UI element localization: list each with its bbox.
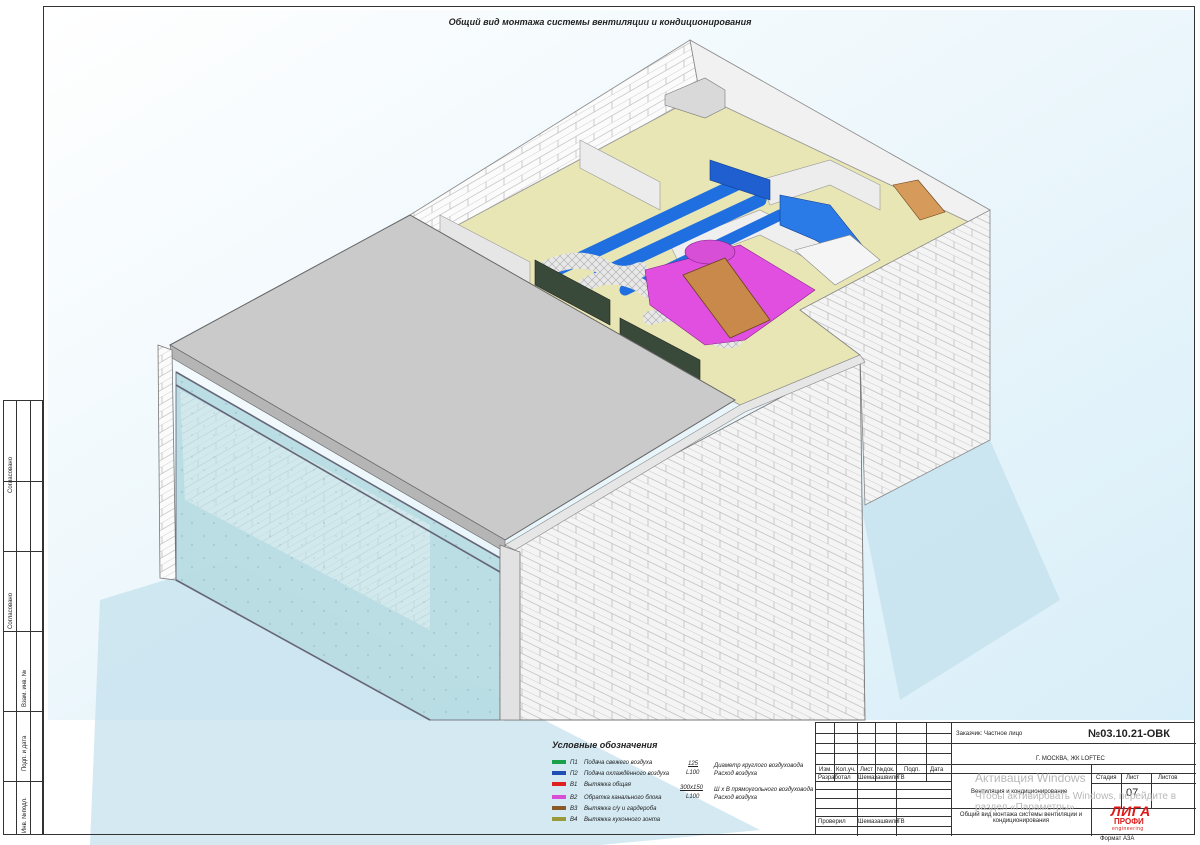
tb-customer: Заказчик: Частное лицо	[956, 731, 1023, 737]
legend-label: Подача охлаждённого воздуха	[584, 771, 670, 777]
legend-code: В3	[570, 806, 578, 812]
side-stamp-col-divider	[16, 401, 17, 834]
sheet-title: Общий вид монтажа системы вентиляции и к…	[448, 17, 752, 27]
tb-grid-line	[816, 816, 951, 817]
side-label-agreed: Согласовано	[8, 456, 14, 493]
tb-grid-line	[951, 743, 1196, 744]
legend-code: П1	[570, 760, 578, 766]
legend-item: П2 Подача охлаждённого воздуха	[552, 771, 669, 781]
legend-rect-top: 300х150	[680, 785, 704, 791]
legend-label: Обратка канального блока	[584, 795, 662, 801]
company-logo-profi: ПРОФИ	[1114, 817, 1144, 826]
tb-grid-line	[816, 789, 951, 790]
side-stamp-col-divider	[30, 401, 31, 834]
tb-grid-line	[816, 781, 951, 782]
side-label-inv-podl: Инв. №подл.	[22, 797, 28, 833]
tb-grid-line	[951, 723, 952, 836]
side-label-inv-zam: Взам. инв. №	[22, 669, 28, 707]
tb-grid-line	[1091, 783, 1196, 784]
windows-watermark-title: Активация Windows	[975, 771, 1086, 785]
side-stamp-row-divider	[4, 781, 42, 782]
legend-item: В4 Вытяжка кухонного зонта	[552, 817, 660, 827]
legend-label: Вытяжка общая	[584, 782, 631, 788]
tb-doc-number: №03.10.21-ОВК	[1088, 728, 1170, 740]
legend-swatch	[552, 795, 566, 800]
tb-grid-line	[816, 798, 951, 799]
tb-checker-initials: ТВ	[897, 819, 905, 825]
legend-swatch	[552, 771, 566, 776]
company-logo-engineering: engineering	[1112, 826, 1144, 832]
tb-hdr-data: Дата	[930, 767, 944, 773]
legend-code: В1	[570, 782, 578, 788]
legend-round-desc2: Расход воздуха	[714, 771, 757, 777]
legend-item: П1 Подача свежего воздуха	[552, 760, 652, 770]
legend-code: В4	[570, 817, 578, 823]
tb-hdr-kol: Кол.уч.	[836, 767, 856, 773]
side-label-agreed-2: Согласовано	[8, 592, 14, 629]
tb-grid-line	[816, 764, 951, 765]
tb-stage-label: Стадия	[1096, 775, 1117, 781]
tb-hdr-ndok: №док.	[877, 767, 895, 773]
legend-code: П2	[570, 771, 578, 777]
legend-swatch	[552, 782, 566, 787]
windows-watermark-text: Чтобы активировать Windows, перейдите в …	[975, 791, 1177, 813]
tb-grid-line	[816, 733, 951, 734]
legend-title: Условные обозначения	[552, 740, 658, 750]
tb-location: Г. МОСКВА, ЖК LOFTEC	[1036, 756, 1105, 762]
legend-round-bottom: L100	[686, 770, 700, 776]
tb-grid-line	[816, 826, 951, 827]
legend-rect-bottom: L100	[686, 794, 700, 800]
legend-swatch	[552, 760, 566, 765]
legend-label: Подача свежего воздуха	[584, 760, 653, 766]
side-label-sign-date: Подп. и дата	[22, 735, 28, 771]
sheet-format-label: Формат А3А	[1100, 836, 1135, 842]
side-stamp: Согласовано Согласовано Взам. инв. № Под…	[3, 400, 43, 835]
tb-checker-name: Шемазашвили	[858, 819, 899, 825]
drawing-frame	[43, 6, 1195, 835]
legend-rect-desc1: Ш х В прямоугольного воздуховода	[714, 787, 814, 793]
side-stamp-row-divider	[4, 551, 42, 552]
tb-sheets-label: Листов	[1158, 775, 1178, 781]
legend-item: В3 Вытяжка с/у и гардероба	[552, 806, 656, 816]
drawing-sheet: Общий вид монтажа системы вентиляции и к…	[0, 0, 1200, 845]
tb-developer-name: Шемазашвили	[858, 775, 899, 781]
tb-grid-line	[816, 743, 951, 744]
legend-rect-desc2: Расход воздуха	[714, 795, 757, 801]
tb-developer-initials: ТВ	[897, 775, 905, 781]
tb-grid-line	[951, 764, 1196, 765]
legend-item: В1 Вытяжка общая	[552, 782, 631, 792]
side-stamp-row-divider	[4, 631, 42, 632]
legend-swatch	[552, 806, 566, 811]
tb-hdr-list: Лист	[860, 767, 874, 773]
tb-drawing-title: Общий вид монтажа системы вентиляции и к…	[959, 812, 1083, 824]
tb-sheet-label: Лист	[1126, 775, 1140, 781]
legend-item: В2 Обратка канального блока	[552, 795, 662, 805]
tb-hdr-podp: Подп.	[904, 767, 920, 773]
tb-developed-label: Разработал	[818, 775, 851, 781]
legend-code: В2	[570, 795, 578, 801]
side-stamp-row-divider	[4, 711, 42, 712]
tb-checked-label: Проверил	[818, 819, 846, 825]
tb-hdr-izm: Изм.	[819, 767, 832, 773]
tb-grid-line	[816, 753, 951, 754]
legend-swatch	[552, 817, 566, 822]
legend-label: Вытяжка с/у и гардероба	[584, 806, 657, 812]
legend-round-desc1: Диаметр круглого воздуховода	[714, 763, 804, 769]
legend-round-top: 125	[688, 761, 699, 767]
legend: Условные обозначения П1 Подача свежего во…	[552, 740, 822, 830]
legend-label: Вытяжка кухонного зонта	[584, 817, 661, 823]
